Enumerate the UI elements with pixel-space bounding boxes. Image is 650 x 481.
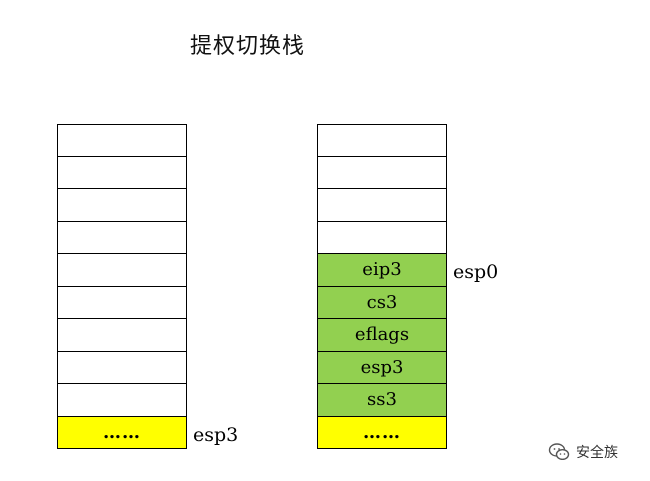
kernel-mode-stack: eip3 cs3 eflags esp3 ss3 …… bbox=[317, 124, 447, 449]
left-stack-cell bbox=[57, 156, 187, 189]
stack-cell-esp3: esp3 bbox=[317, 351, 447, 384]
left-stack-cell bbox=[57, 351, 187, 384]
esp3-pointer-label: esp3 bbox=[193, 424, 239, 446]
stack-cell-cs3: cs3 bbox=[317, 286, 447, 319]
right-stack-top-cell: …… bbox=[317, 416, 447, 449]
diagram-title: 提权切换栈 bbox=[190, 34, 306, 59]
left-stack-cell bbox=[57, 221, 187, 254]
left-stack-cell bbox=[57, 319, 187, 352]
stack-cell-eflags: eflags bbox=[317, 319, 447, 352]
right-stack-cell bbox=[317, 156, 447, 189]
right-stack-cell bbox=[317, 124, 447, 157]
stack-cell-ss3: ss3 bbox=[317, 384, 447, 417]
right-stack-cell bbox=[317, 221, 447, 254]
watermark: 安全族 bbox=[548, 442, 618, 462]
esp0-pointer-label: esp0 bbox=[453, 261, 499, 283]
wechat-icon bbox=[548, 442, 570, 462]
watermark-text: 安全族 bbox=[576, 445, 618, 461]
left-stack-cell bbox=[57, 254, 187, 287]
left-stack-cell bbox=[57, 286, 187, 319]
user-mode-stack: …… bbox=[57, 124, 187, 449]
left-stack-top-cell: …… bbox=[57, 416, 187, 449]
left-stack-cell bbox=[57, 384, 187, 417]
left-stack-cell bbox=[57, 189, 187, 222]
left-stack-cell bbox=[57, 124, 187, 157]
right-stack-cell bbox=[317, 189, 447, 222]
stack-cell-eip3: eip3 bbox=[317, 254, 447, 287]
